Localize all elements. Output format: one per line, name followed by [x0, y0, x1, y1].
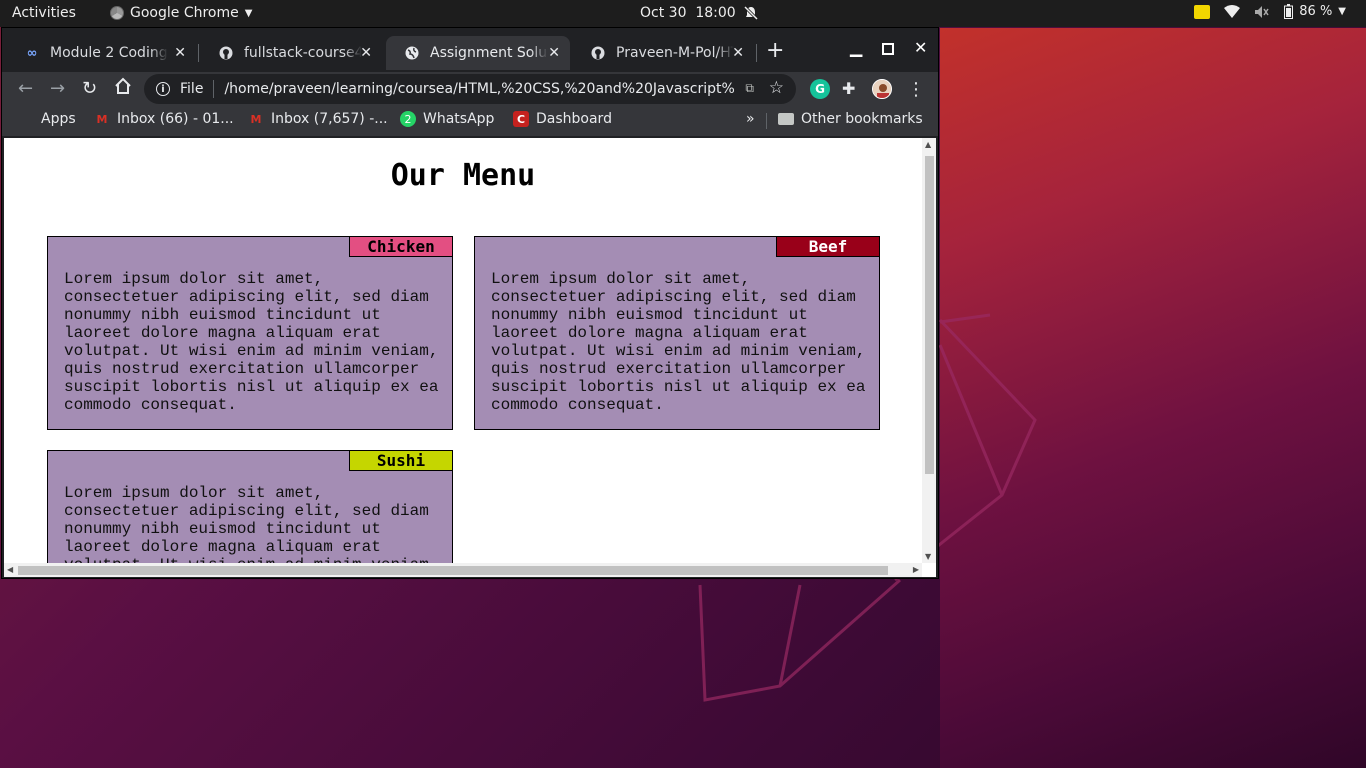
horizontal-scroll-thumb[interactable] [18, 566, 888, 575]
menu-item-label: Beef [776, 236, 880, 257]
whatsapp-icon: 2 [400, 111, 416, 127]
menu-item-beef: Beef Lorem ipsum dolor sit amet, consect… [474, 236, 880, 430]
bookmark-dashboard[interactable]: C Dashboard [513, 111, 612, 127]
battery-indicator: 86 % ▼ [1284, 4, 1346, 19]
scroll-down-arrow-icon[interactable]: ▼ [925, 552, 931, 561]
bookmark-label: Other bookmarks [801, 111, 923, 127]
chrome-icon [110, 6, 124, 20]
profile-avatar[interactable] [872, 79, 892, 99]
tab-separator [756, 44, 757, 62]
translate-icon[interactable]: ⧉ [745, 81, 754, 96]
bookmarks-separator [766, 113, 767, 129]
scroll-up-arrow-icon[interactable]: ▲ [925, 140, 931, 149]
url-scheme: File [180, 81, 204, 97]
menu-item-sushi: Sushi Lorem ipsum dolor sit amet, consec… [47, 450, 453, 577]
tab-title: Module 2 Coding A [50, 45, 168, 61]
wifi-icon [1224, 4, 1241, 18]
home-button[interactable] [114, 77, 132, 100]
battery-icon [1284, 4, 1294, 19]
page-title: Our Menu [390, 158, 536, 193]
bookmarks-bar: Apps M Inbox (66) - 01... M Inbox (7,657… [2, 106, 938, 136]
close-window-button[interactable]: ✕ [914, 38, 927, 57]
app-menu[interactable]: Google Chrome ▼ [110, 5, 252, 21]
url-text[interactable]: /home/praveen/learning/coursea/HTML,%20C… [224, 81, 734, 97]
tab-title: Assignment Solution [430, 45, 548, 61]
folder-icon [778, 111, 794, 127]
notifications-off-icon [743, 6, 758, 20]
tab-assignment-solution[interactable]: Assignment Solution ✕ [386, 36, 570, 70]
grammarly-extension-icon[interactable]: G [810, 79, 830, 99]
bookmark-whatsapp[interactable]: 2 WhatsApp [400, 111, 494, 127]
clock-label: Oct 30 18:00 [640, 5, 736, 21]
bookmark-label: Inbox (7,657) -... [271, 111, 388, 127]
bookmark-inbox-7657[interactable]: M Inbox (7,657) -... [248, 111, 388, 127]
info-icon[interactable]: i [156, 82, 170, 96]
menu-item-description: Lorem ipsum dolor sit amet, consectetuer… [64, 270, 439, 414]
minimize-button[interactable]: ▁ [850, 38, 862, 57]
bookmarks-overflow-chevron-icon[interactable]: » [746, 111, 755, 127]
tab-fullstack-course[interactable]: fullstack-course4/ ✕ [200, 36, 382, 70]
volume-muted-icon [1255, 5, 1269, 18]
tab-title: fullstack-course4/ [244, 45, 362, 61]
forward-button[interactable]: → [50, 78, 65, 99]
tab-strip: ∞ Module 2 Coding A ✕ fullstack-course4/… [2, 28, 938, 72]
maximize-button[interactable] [882, 40, 894, 59]
menu-item-label: Sushi [349, 450, 453, 471]
bookmark-label: Dashboard [536, 111, 612, 127]
system-top-bar: Activities Google Chrome ▼ Oct 30 18:00 … [0, 0, 1366, 27]
system-tray[interactable]: 86 % ▼ [1194, 4, 1346, 19]
infinity-icon: ∞ [26, 45, 38, 61]
tab-title: Praveen-M-Pol/HT [616, 45, 734, 61]
tab-separator [198, 44, 199, 62]
bookmark-label: Apps [41, 111, 76, 127]
bookmark-apps[interactable]: Apps [18, 111, 76, 127]
menu-item-chicken: Chicken Lorem ipsum dolor sit amet, cons… [47, 236, 453, 430]
app-menu-label: Google Chrome [130, 5, 239, 21]
chevron-down-icon: ▼ [1338, 6, 1346, 17]
menu-item-label: Chicken [349, 236, 453, 257]
horizontal-scrollbar[interactable]: ◀ ▶ [4, 563, 922, 577]
dashboard-icon: C [513, 111, 529, 127]
address-bar[interactable]: i File /home/praveen/learning/coursea/HT… [144, 74, 796, 104]
tab-module2[interactable]: ∞ Module 2 Coding A ✕ [6, 36, 196, 70]
activities-button[interactable]: Activities [12, 5, 76, 21]
github-icon [590, 45, 606, 61]
chrome-menu-icon[interactable]: ⋮ [906, 79, 926, 100]
scroll-left-arrow-icon[interactable]: ◀ [7, 565, 13, 574]
bookmark-label: WhatsApp [423, 111, 495, 127]
close-icon[interactable]: ✕ [548, 45, 560, 61]
back-button[interactable]: ← [18, 78, 33, 99]
close-icon[interactable]: ✕ [174, 45, 186, 61]
browser-window: ∞ Module 2 Coding A ✕ fullstack-course4/… [2, 28, 938, 578]
page-viewport: Our Menu Chicken Lorem ipsum dolor sit a… [4, 138, 936, 577]
battery-label: 86 % [1299, 4, 1333, 19]
gmail-icon: M [96, 112, 108, 126]
browser-toolbar: ← → ↻ i File /home/praveen/learning/cour… [2, 72, 938, 106]
globe-icon [404, 45, 420, 61]
vertical-scroll-thumb[interactable] [925, 156, 934, 474]
gmail-icon: M [250, 112, 262, 126]
bookmark-label: Inbox (66) - 01... [117, 111, 234, 127]
scroll-right-arrow-icon[interactable]: ▶ [913, 565, 919, 574]
close-icon[interactable]: ✕ [732, 45, 744, 61]
notes-icon[interactable] [1194, 4, 1211, 19]
chevron-down-icon: ▼ [244, 7, 253, 19]
omnibox-separator [213, 80, 215, 98]
close-icon[interactable]: ✕ [360, 45, 372, 61]
menu-item-description: Lorem ipsum dolor sit amet, consectetuer… [491, 270, 866, 414]
bookmark-star-icon[interactable]: ☆ [769, 78, 784, 98]
vertical-scrollbar[interactable]: ▲ ▼ [922, 138, 936, 563]
bookmark-inbox-66[interactable]: M Inbox (66) - 01... [94, 111, 234, 127]
github-icon [218, 45, 234, 61]
extensions-puzzle-icon[interactable]: ✚ [842, 79, 862, 99]
clock[interactable]: Oct 30 18:00 [640, 5, 758, 21]
apps-grid-icon [18, 111, 34, 127]
reload-button[interactable]: ↻ [82, 78, 97, 99]
tab-praveen-repo[interactable]: Praveen-M-Pol/HT ✕ [572, 36, 754, 70]
bookmark-other-bookmarks[interactable]: Other bookmarks [778, 111, 923, 127]
new-tab-button[interactable]: + [766, 40, 784, 62]
